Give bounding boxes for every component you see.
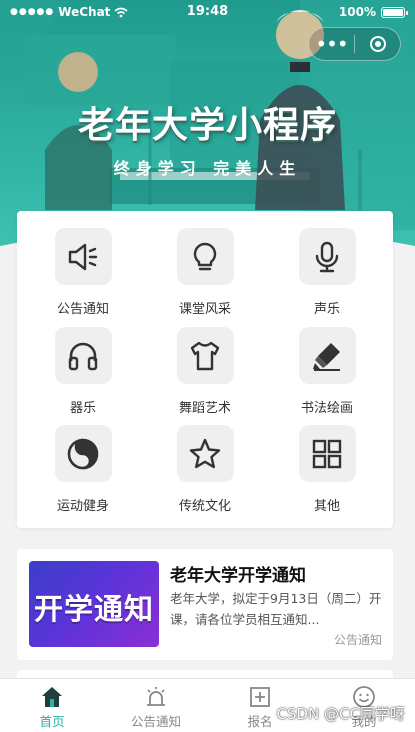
tab-notice[interactable]: 公告通知 <box>104 685 208 730</box>
grid-label: 传统文化 <box>178 499 231 514</box>
grid-item-culture[interactable]: 传统文化 <box>150 425 260 514</box>
close-program-icon[interactable] <box>355 36 400 52</box>
notice-description: 老年大学，拟定于9月13日（周二）开课，请各位学员相互通知... <box>170 591 382 627</box>
grid-label: 舞蹈艺术 <box>178 401 231 416</box>
lightbulb-icon <box>193 242 217 270</box>
alarm-icon <box>147 687 165 706</box>
grid-label: 器乐 <box>69 401 96 416</box>
grid-label: 书法绘画 <box>300 401 353 416</box>
more-menu-icon[interactable]: ••• <box>309 34 354 54</box>
banner-subtitle: 终身学习 完美人生 <box>113 159 302 178</box>
notice-card[interactable]: 开学通知 老年大学开学通知 老年大学，拟定于9月13日（周二）开课，请各位学员相… <box>17 549 393 660</box>
grid-item-other[interactable]: 其他 <box>272 425 382 514</box>
battery-icon <box>381 6 408 18</box>
notice-thumb-text: 开学通知 <box>33 592 154 626</box>
grid-item-class-style[interactable]: 课堂风采 <box>150 228 260 317</box>
notice-thumbnail: 开学通知 <box>29 561 159 647</box>
grid-label: 公告通知 <box>56 302 109 317</box>
speaker-icon <box>68 243 98 270</box>
yin-yang-icon <box>67 438 99 469</box>
notice-category-tag: 公告通知 <box>333 633 382 647</box>
mini-program-capsule: ••• <box>308 27 401 61</box>
grid-label: 课堂风采 <box>178 302 231 317</box>
grid-item-dance[interactable]: 舞蹈艺术 <box>150 327 260 416</box>
grid-item-notice[interactable]: 公告通知 <box>28 228 138 317</box>
grid-icon <box>312 439 342 468</box>
home-icon <box>42 687 62 707</box>
grid-label: 声乐 <box>313 302 340 317</box>
notice-title: 老年大学开学通知 <box>170 566 306 586</box>
grid-item-fitness[interactable]: 运动健身 <box>28 425 138 514</box>
status-bar: ●●●●● WeChat 19:48 100% <box>0 0 415 24</box>
banner-title: 老年大学小程序 <box>77 105 337 146</box>
highlighter-icon <box>313 342 340 371</box>
grid-label: 运动健身 <box>56 499 109 514</box>
tab-label: 公告通知 <box>130 714 181 729</box>
headphones-icon <box>68 342 98 370</box>
grid-label: 其他 <box>313 499 340 514</box>
plus-box-icon <box>250 687 270 707</box>
tab-label: 首页 <box>39 714 65 729</box>
watermark: CSDN @CC同学呀 <box>276 705 405 723</box>
battery-percent: 100% <box>338 5 376 19</box>
microphone-icon <box>315 241 339 272</box>
grid-item-vocal[interactable]: 声乐 <box>272 228 382 317</box>
category-grid: 公告通知 课堂风采 声乐 器乐 舞蹈艺术 书法绘画 运动健身 传统文化 其他 <box>17 211 393 528</box>
tab-home[interactable]: 首页 <box>0 685 104 730</box>
grid-item-instrument[interactable]: 器乐 <box>28 327 138 416</box>
tshirt-icon <box>190 341 220 370</box>
star-icon <box>189 438 221 468</box>
grid-item-calligraphy[interactable]: 书法绘画 <box>272 327 382 416</box>
